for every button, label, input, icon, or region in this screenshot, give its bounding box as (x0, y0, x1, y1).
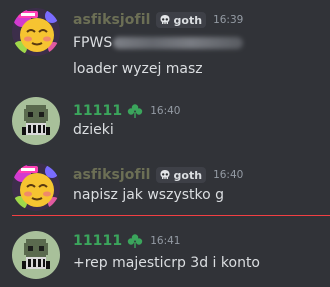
message-content: loader wyzej masz (73, 61, 203, 77)
server-tag[interactable]: goth (155, 167, 207, 183)
skull-icon (160, 15, 170, 24)
message-content: FPWS (73, 35, 244, 51)
timestamp[interactable]: 16:39 (213, 14, 243, 26)
username[interactable]: 11111 (73, 233, 122, 249)
message-header: asfiksjofil goth 16:39 (73, 10, 243, 30)
avatar[interactable] (12, 231, 60, 279)
username[interactable]: asfiksjofil (73, 167, 151, 183)
message-content: napisz jak wszystko g (73, 187, 224, 203)
timestamp[interactable]: 16:40 (150, 105, 180, 117)
emoji-face-avatar-icon (12, 8, 60, 56)
avatar[interactable] (12, 8, 60, 56)
avatar[interactable] (12, 97, 60, 145)
message-text: dzieki (73, 122, 114, 138)
message-text: +rep majesticrp 3d i konto (73, 255, 260, 271)
clover-icon[interactable] (127, 103, 143, 119)
emoji-face-avatar-icon (12, 163, 60, 211)
message-content: dzieki (73, 122, 114, 138)
server-tag-label: goth (173, 168, 203, 182)
username[interactable]: 11111 (73, 103, 122, 119)
server-tag-label: goth (173, 13, 203, 27)
server-tag[interactable]: goth (155, 12, 207, 28)
pixel-skull-avatar-icon (12, 97, 60, 145)
timestamp[interactable]: 16:40 (213, 169, 243, 181)
pixel-skull-avatar-icon (12, 231, 60, 279)
skull-icon (160, 170, 170, 179)
clover-icon[interactable] (127, 233, 143, 249)
avatar[interactable] (12, 163, 60, 211)
message-text: FPWS (73, 35, 113, 51)
blurred-redaction (113, 37, 244, 49)
username[interactable]: asfiksjofil (73, 12, 151, 28)
timestamp[interactable]: 16:41 (150, 235, 180, 247)
new-messages-divider (12, 215, 330, 216)
message-content: +rep majesticrp 3d i konto (73, 255, 260, 271)
message-header: 11111 16:41 (73, 231, 180, 251)
chat-message-list: asfiksjofil goth 16:39 FPWS loader wyzej… (0, 0, 330, 287)
message-text: loader wyzej masz (73, 61, 203, 77)
message-header: asfiksjofil goth 16:40 (73, 165, 243, 185)
message-header: 11111 16:40 (73, 101, 180, 121)
message-text: napisz jak wszystko g (73, 187, 225, 203)
